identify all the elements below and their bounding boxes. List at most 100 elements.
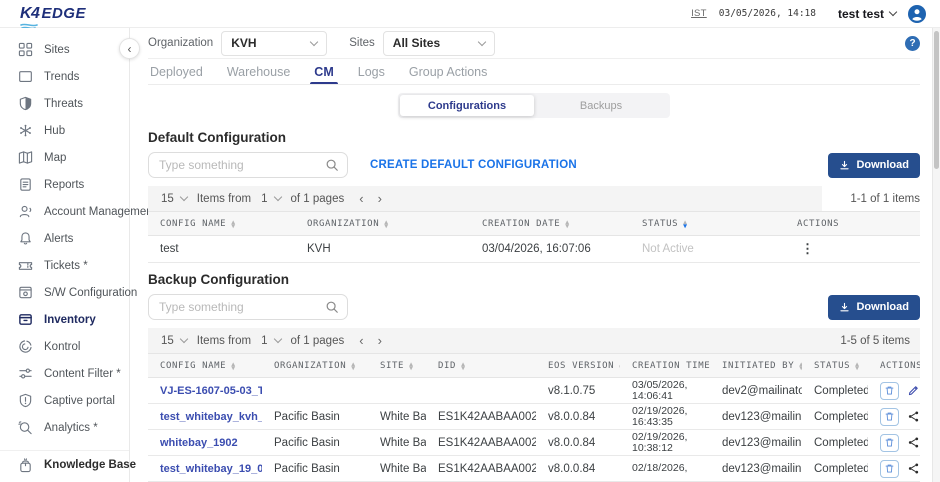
- delete-button[interactable]: [880, 382, 899, 400]
- next-page-button[interactable]: ›: [378, 333, 382, 348]
- search-icon: [325, 158, 339, 172]
- scrollbar-thumb[interactable]: [934, 31, 939, 169]
- organization-select[interactable]: KVH: [221, 31, 327, 56]
- edit-button[interactable]: [907, 384, 920, 397]
- sidebar-item-tickets[interactable]: Tickets *: [0, 252, 129, 279]
- toggle-configurations[interactable]: Configurations: [400, 95, 534, 116]
- kebab-menu-icon[interactable]: ⋮: [797, 241, 814, 256]
- default-config-search[interactable]: [148, 152, 348, 178]
- tab-logs[interactable]: Logs: [358, 59, 385, 84]
- column-header-organization[interactable]: ORGANIZATION▲▼: [262, 354, 368, 377]
- share-icon: [907, 436, 920, 449]
- user-avatar[interactable]: [908, 5, 926, 23]
- k4edge-logo[interactable]: K4 EDGE: [0, 5, 140, 23]
- user-name: test test: [838, 7, 884, 21]
- column-header-site[interactable]: SITE▲▼: [368, 354, 426, 377]
- column-header-initiated-by[interactable]: INITIATED BY▲▼: [710, 354, 802, 377]
- delete-button[interactable]: [880, 460, 899, 478]
- share-button[interactable]: [907, 410, 920, 423]
- default-config-download-button[interactable]: Download: [828, 153, 920, 178]
- column-header-did[interactable]: DID▲▼: [426, 354, 536, 377]
- column-header-eos-version[interactable]: EOS VERSION▲▼: [536, 354, 620, 377]
- cell-config-name-link[interactable]: VJ-ES-1607-05-03_Test: [148, 385, 262, 397]
- tab-cm[interactable]: CM: [314, 59, 333, 84]
- logo-text-edge: EDGE: [41, 5, 86, 22]
- toggle-backups[interactable]: Backups: [534, 95, 668, 116]
- sw-configuration-icon: [18, 285, 33, 300]
- sort-icon: ▲▼: [384, 220, 389, 228]
- sidebar-item-kontrol[interactable]: Kontrol: [0, 333, 129, 360]
- reports-icon: [18, 177, 33, 192]
- sidebar-collapse-button[interactable]: ‹: [119, 38, 140, 59]
- help-icon[interactable]: ?: [905, 36, 920, 51]
- cell-config-name-link[interactable]: test_whitebay_kvh_2026: [148, 411, 262, 423]
- sidebar-item-alerts[interactable]: Alerts: [0, 225, 129, 252]
- column-header-config-name[interactable]: CONFIG NAME▲▼: [148, 354, 262, 377]
- default-config-search-input[interactable]: [159, 158, 325, 172]
- cell-eos-version: v8.0.0.84: [536, 463, 620, 475]
- sidebar-item-account-management[interactable]: Account Management: [0, 198, 129, 225]
- next-page-button[interactable]: ›: [378, 191, 382, 206]
- sidebar-item-threats[interactable]: Threats: [0, 90, 129, 117]
- tab-group-actions[interactable]: Group Actions: [409, 59, 488, 84]
- column-header-status[interactable]: STATUS▲▼: [802, 354, 868, 377]
- cell-did: ES1K42AABAA002110: [426, 411, 536, 423]
- cell-creation-date: 03/04/2026, 16:07:06: [470, 243, 630, 255]
- chevron-down-icon: [478, 37, 486, 45]
- threats-icon: [18, 96, 33, 111]
- sidebar-item-map[interactable]: Map: [0, 144, 129, 171]
- sidebar-item-sw-configuration[interactable]: S/W Configuration: [0, 279, 129, 306]
- cell-config-name-link[interactable]: test_whitebay_19_02: [148, 463, 262, 475]
- backup-configuration-title: Backup Configuration: [148, 272, 920, 287]
- sidebar-item-sites[interactable]: Sites: [0, 36, 129, 63]
- cell-eos-version: v8.0.0.84: [536, 437, 620, 449]
- sidebar-item-label: Reports: [44, 179, 84, 191]
- sidebar-item-trends[interactable]: Trends: [0, 63, 129, 90]
- cell-organization: Pacific Basin: [262, 463, 368, 475]
- column-header-config-name[interactable]: CONFIG NAME▲▼: [148, 212, 295, 235]
- table-row: VJ-ES-1607-05-03_Test v8.1.0.75 03/05/20…: [148, 378, 920, 404]
- create-default-configuration-link[interactable]: CREATE DEFAULT CONFIGURATION: [370, 159, 577, 171]
- share-button[interactable]: [907, 436, 920, 449]
- page-size-select[interactable]: 15: [158, 193, 190, 205]
- sidebar-item-inventory[interactable]: Inventory: [0, 306, 129, 333]
- pages-label: of 1 pages: [291, 193, 345, 205]
- page-select[interactable]: 1: [258, 335, 283, 347]
- sidebar-item-content-filter[interactable]: Content Filter *: [0, 360, 129, 387]
- page-select[interactable]: 1: [258, 193, 283, 205]
- column-header-status[interactable]: STATUS▲▼: [630, 212, 785, 235]
- sidebar-item-label: Tickets *: [44, 260, 88, 272]
- sidebar-item-reports[interactable]: Reports: [0, 171, 129, 198]
- page-size-select[interactable]: 15: [158, 335, 190, 347]
- column-header-organization[interactable]: ORGANIZATION▲▼: [295, 212, 470, 235]
- sidebar-item-hub[interactable]: Hub: [0, 117, 129, 144]
- cell-eos-version: v8.0.0.84: [536, 411, 620, 423]
- delete-button[interactable]: [880, 434, 899, 452]
- column-header-creation-date[interactable]: CREATION DATE▲▼: [470, 212, 630, 235]
- cell-initiated-by: dev123@mailinat...: [710, 437, 802, 449]
- tab-deployed[interactable]: Deployed: [150, 59, 203, 84]
- sort-icon: ▲▼: [351, 362, 356, 370]
- vertical-scrollbar[interactable]: [932, 28, 940, 482]
- sites-select[interactable]: All Sites: [383, 31, 495, 56]
- column-header-creation-time[interactable]: CREATION TIME▲▼: [620, 354, 710, 377]
- hub-icon: [18, 123, 33, 138]
- backup-config-search-input[interactable]: [159, 300, 325, 314]
- timezone-label[interactable]: IST: [691, 8, 707, 19]
- sidebar-item-knowledge-base[interactable]: Knowledge Base: [0, 450, 129, 477]
- backup-config-search[interactable]: [148, 294, 348, 320]
- delete-button[interactable]: [880, 408, 899, 426]
- tab-warehouse[interactable]: Warehouse: [227, 59, 290, 84]
- analytics-icon: [18, 420, 33, 435]
- inventory-icon: [18, 312, 33, 327]
- sidebar-item-analytics[interactable]: Analytics *: [0, 414, 129, 441]
- organization-value: KVH: [231, 36, 256, 50]
- user-menu[interactable]: test test: [838, 7, 896, 21]
- prev-page-button[interactable]: ‹: [359, 333, 363, 348]
- sidebar-item-captive-portal[interactable]: Captive portal: [0, 387, 129, 414]
- backup-config-download-button[interactable]: Download: [828, 295, 920, 320]
- prev-page-button[interactable]: ‹: [359, 191, 363, 206]
- cell-config-name-link[interactable]: whitebay_1902: [148, 437, 262, 449]
- share-button[interactable]: [907, 462, 920, 475]
- cell-config-name: test: [148, 243, 295, 255]
